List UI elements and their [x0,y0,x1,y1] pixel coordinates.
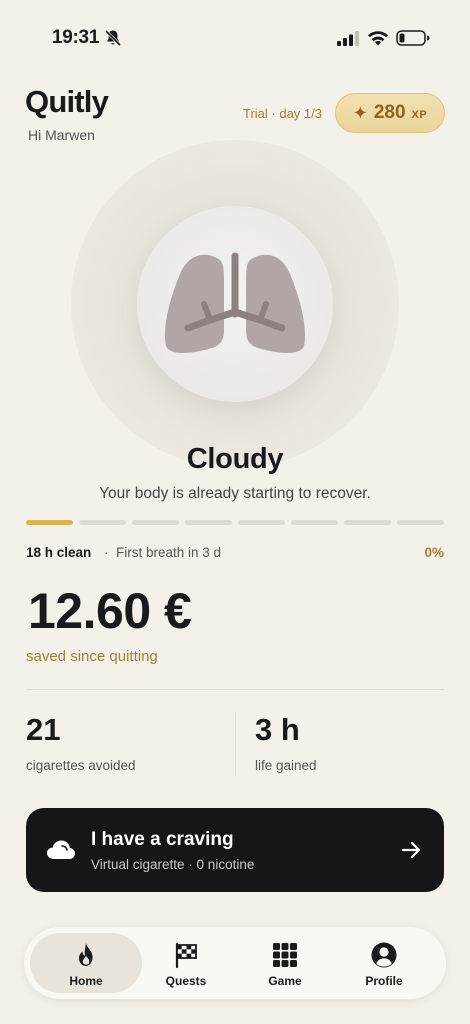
money-saved-label: saved since quitting [26,648,158,665]
progress-segment [132,520,179,525]
craving-title: I have a craving [91,829,234,850]
bell-off-icon [104,29,122,47]
cellular-signal-icon [337,31,359,46]
progress-segment [291,520,338,525]
health-state-title: Cloudy [186,443,284,475]
nav-item-home[interactable]: Home [30,933,142,993]
stats-divider [235,712,236,776]
checkered-flag-icon [175,942,197,969]
flame-icon [79,943,93,966]
nav-item-quests[interactable]: Quests [130,933,242,993]
trial-status[interactable]: Trial · day 1/3 [243,106,322,121]
nav-item-profile[interactable]: Profile [328,933,440,993]
wifi-icon [368,31,388,46]
grid-icon [273,943,297,967]
xp-value: 280 [373,102,406,123]
cigarettes-avoided-label: cigarettes avoided [26,758,136,773]
nav-label-quests: Quests [165,974,207,988]
app-title: Quitly [25,84,109,119]
progress-percent: 0% [424,545,444,560]
greeting: Hi Marwen [28,127,95,143]
life-gained-label: life gained [255,758,317,773]
nav-label-game: Game [268,974,302,988]
divider [26,689,444,690]
xp-badge[interactable]: ✦ 280 XP [335,93,445,133]
next-milestone: First breath in 3 d [116,545,222,560]
progress-row: 18 h clean · First breath in 3 d 0% [26,545,444,563]
money-saved-amount: 12.60 € [28,583,192,639]
battery-icon [396,30,430,46]
sparkle-icon: ✦ [352,102,368,123]
status-bar: 19:31 [0,0,470,64]
cigarettes-avoided-value: 21 [26,712,61,747]
separator: · [104,545,109,560]
progress-segment [26,520,73,525]
status-time: 19:31 [52,27,100,48]
nav-label-profile: Profile [365,974,403,988]
progress-segment [397,520,444,525]
nav-item-game[interactable]: Game [229,933,341,993]
clean-duration: 18 h clean [26,545,92,560]
progress-segment [344,520,391,525]
craving-button[interactable]: I have a craving Virtual cigarette · 0 n… [26,808,444,892]
bottom-navigation: Home Quests Game Profile [24,927,446,999]
arrow-right-icon [401,841,421,859]
lungs-icon [164,252,306,353]
craving-subtitle: Virtual cigarette · 0 nicotine [91,857,255,872]
recovery-progress-bar [26,520,444,526]
user-icon [371,942,397,968]
progress-segment [79,520,126,525]
health-state-subtitle: Your body is already starting to recover… [99,485,371,502]
xp-unit: XP [411,108,428,121]
progress-segment [185,520,232,525]
life-gained-value: 3 h [255,712,300,747]
cloud-icon [47,840,75,859]
progress-segment [238,520,285,525]
nav-label-home: Home [69,974,103,988]
